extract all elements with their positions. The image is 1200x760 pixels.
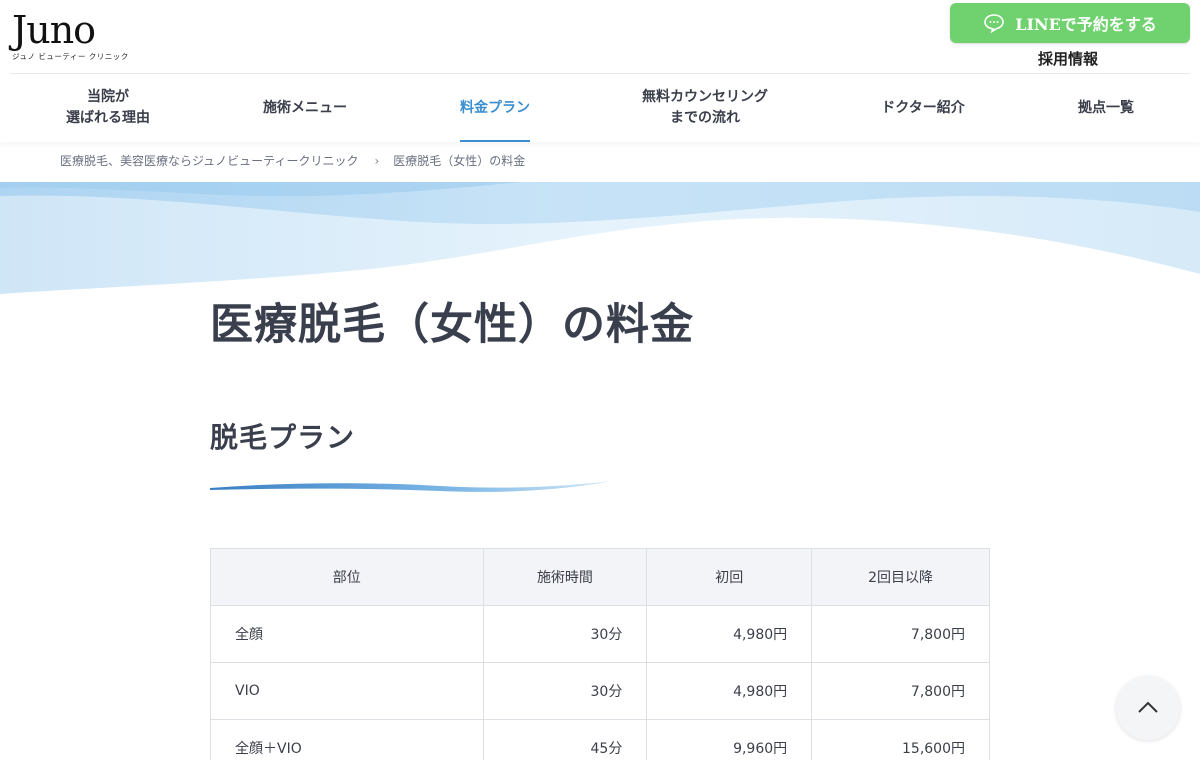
section-title: 脱毛プラン [210,421,356,454]
nav-item-pricing[interactable]: 料金プラン [445,74,545,142]
table-cell-repeat-price: 7,800円 [811,605,990,663]
section-brush-divider [210,481,612,492]
table-cell-first-price: 9,960円 [646,719,813,760]
table-cell-duration: 30分 [482,605,648,663]
table-header-row: 部位 施術時間 初回 2回目以降 [210,548,990,606]
logo[interactable]: Juno ジュノ ビューティー クリニック [12,8,129,62]
nav-item-menu[interactable]: 施術メニュー [250,74,360,142]
table-cell-first-price: 4,980円 [646,605,813,663]
nav-item-label: 料金プラン [460,99,530,116]
nav-item-locations[interactable]: 拠点一覧 [1062,74,1150,142]
breadcrumb-separator: › [374,153,380,168]
back-to-top-button[interactable] [1116,676,1180,740]
logo-wordmark: Juno [12,8,96,52]
nav-item-reasons[interactable]: 当院が 選ばれる理由 [58,74,158,142]
table-cell-area: 全顔 [210,605,484,663]
wave-banner [0,182,1200,302]
column-header: 施術時間 [482,548,648,606]
column-header: 部位 [210,548,484,606]
nav-item-label: までの流れ [670,110,740,126]
speech-bubble-icon [983,13,1005,34]
logo-subtext: ジュノ ビューティー クリニック [12,52,129,61]
site-header: Juno ジュノ ビューティー クリニック LINEで予約をする 採用情報 [0,0,1200,74]
nav-item-label: 当院が [87,89,129,105]
nav-item-label: 拠点一覧 [1078,99,1134,116]
breadcrumb-current: 医療脱毛（女性）の料金 [393,154,526,168]
column-header: 初回 [646,548,813,606]
table-cell-duration: 30分 [482,662,648,720]
line-reserve-button[interactable]: LINEで予約をする [950,3,1190,43]
table-row: 全顔 30分 4,980円 7,800円 [210,605,990,663]
nav-active-indicator [460,140,530,142]
table-cell-repeat-price: 7,800円 [811,662,990,720]
recruit-link[interactable]: 採用情報 [1038,48,1098,69]
table-cell-duration: 45分 [482,719,648,760]
nav-item-doctors[interactable]: ドクター紹介 [868,74,978,142]
page-title: 医療脱毛（女性）の料金 [210,300,694,350]
nav-item-label: 施術メニュー [263,99,347,116]
table-row: VIO 30分 4,980円 7,800円 [210,662,990,720]
nav-item-label: 無料カウンセリング [642,89,768,105]
line-reserve-label: LINEで予約をする [1015,15,1157,34]
nav-item-label: 選ばれる理由 [66,110,150,126]
price-table: 部位 施術時間 初回 2回目以降 全顔 30分 4,980円 7,800円 VI… [210,548,990,760]
table-cell-first-price: 4,980円 [646,662,813,720]
nav-item-counseling[interactable]: 無料カウンセリング までの流れ [630,74,780,142]
global-nav: 当院が選ばれる理由 施術メニュー 料金プラン 無料カウンセリング までの流れ ドク… [0,74,1200,142]
table-row: 全顔＋VIO 45分 9,960円 15,600円 [210,719,990,760]
breadcrumb-home-link[interactable]: 医療脱毛、美容医療ならジュノビューティークリニック [60,152,358,169]
nav-item-label: ドクター紹介 [881,99,965,116]
breadcrumb: 医療脱毛、美容医療ならジュノビューティークリニック › 医療脱毛（女性）の料金 [60,152,525,169]
chevron-up-icon [1137,699,1159,718]
column-header: 2回目以降 [811,548,990,606]
table-cell-repeat-price: 15,600円 [811,719,990,760]
table-cell-area: 全顔＋VIO [210,719,484,760]
table-cell-area: VIO [210,662,484,720]
